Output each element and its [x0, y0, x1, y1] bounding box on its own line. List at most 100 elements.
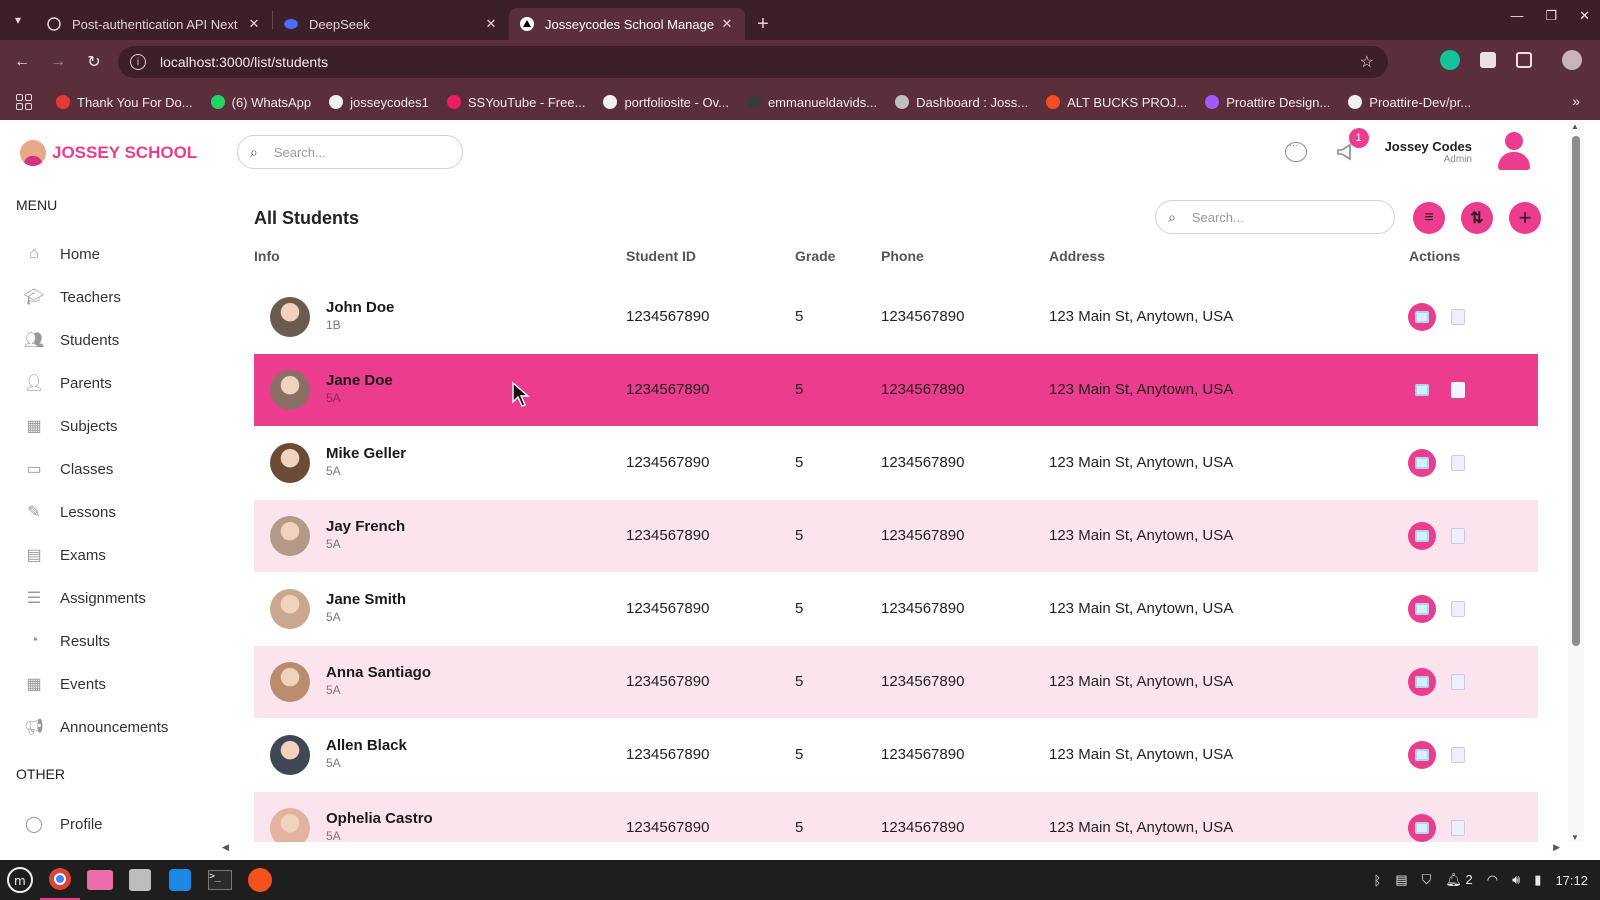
- clipboard-icon[interactable]: ▤: [1395, 872, 1407, 888]
- new-tab-button[interactable]: +: [745, 8, 781, 40]
- bookmark-star-icon[interactable]: ☆: [1360, 52, 1374, 72]
- tab-search-dropdown-icon[interactable]: ▾: [0, 0, 36, 40]
- delete-student-button[interactable]: [1446, 743, 1470, 767]
- chrome-taskbar-icon[interactable]: [40, 860, 80, 900]
- vertical-scrollbar[interactable]: ▲ ▼: [1568, 122, 1584, 842]
- sidebar-item-parents[interactable]: 👤︎ Parents: [24, 373, 112, 393]
- tab-close-icon[interactable]: ✕: [246, 16, 262, 32]
- maximize-icon[interactable]: ❐: [1545, 8, 1557, 24]
- minimize-icon[interactable]: —: [1510, 8, 1523, 24]
- top-search-input[interactable]: ⌕ Search...: [237, 135, 463, 169]
- view-student-button[interactable]: [1408, 449, 1436, 477]
- view-student-button[interactable]: [1408, 668, 1436, 696]
- vscode-taskbar-icon[interactable]: [160, 860, 200, 900]
- delete-student-button[interactable]: [1446, 597, 1470, 621]
- logo[interactable]: JOSSEY SCHOOL: [20, 140, 197, 166]
- address-bar[interactable]: i localhost:3000/list/students ☆: [118, 46, 1388, 78]
- volume-icon[interactable]: 🔊︎: [1512, 872, 1520, 888]
- bookmark-item[interactable]: ALT BUCKS PROJ...: [1046, 95, 1187, 110]
- bookmark-item[interactable]: josseycodes1: [329, 95, 429, 110]
- scrollbar-thumb[interactable]: [1572, 136, 1580, 646]
- terminal-taskbar-icon[interactable]: >_: [200, 860, 240, 900]
- delete-student-button[interactable]: [1446, 524, 1470, 548]
- pocket-icon[interactable]: [1480, 52, 1496, 68]
- inkscape-taskbar-icon[interactable]: [240, 860, 280, 900]
- delete-student-button[interactable]: [1446, 451, 1470, 475]
- notifications-icon[interactable]: 🔔︎ 2: [1445, 872, 1472, 888]
- mint-menu-icon[interactable]: m: [0, 860, 40, 900]
- table-row[interactable]: Allen Black 5A 1234567890 5 1234567890 123 Ma…: [254, 719, 1538, 791]
- table-row[interactable]: Ophelia Castro 5A 1234567890 5 1234567890 123…: [254, 792, 1538, 842]
- sidebar-item-exams[interactable]: ▤ Exams: [24, 545, 105, 565]
- sidebar-item-profile[interactable]: ◯ Profile: [24, 814, 102, 834]
- scroll-left-icon[interactable]: ◀: [222, 842, 229, 853]
- scroll-up-icon[interactable]: ▲: [1571, 122, 1579, 131]
- bookmark-item[interactable]: (6) WhatsApp: [210, 95, 311, 110]
- close-window-icon[interactable]: ✕: [1579, 8, 1590, 24]
- clock[interactable]: 17:12: [1555, 873, 1588, 888]
- list-search-input[interactable]: ⌕ Search...: [1155, 200, 1395, 234]
- bookmark-item[interactable]: Proattire-Dev/pr...: [1348, 95, 1471, 110]
- delete-student-button[interactable]: [1446, 816, 1470, 840]
- grammarly-icon[interactable]: [1440, 50, 1460, 70]
- bookmark-item[interactable]: SSYouTube - Free...: [446, 95, 585, 110]
- battery-icon[interactable]: ▮: [1534, 872, 1541, 888]
- sidebar-item-teachers[interactable]: 🎓︎ Teachers: [24, 287, 121, 307]
- sidebar-item-classes[interactable]: ▭ Classes: [24, 459, 113, 479]
- extensions-puzzle-icon[interactable]: [1516, 52, 1532, 68]
- view-student-button[interactable]: [1408, 741, 1436, 769]
- sidebar-item-students[interactable]: 👥︎ Students: [24, 330, 119, 350]
- sidebar-item-announcements[interactable]: 📢︎ Announcements: [24, 717, 169, 737]
- delete-student-button[interactable]: [1446, 305, 1470, 329]
- browser-tab[interactable]: Post-authentication API Next ✕: [36, 8, 272, 40]
- add-student-button[interactable]: +: [1509, 202, 1541, 234]
- sidebar-item-lessons[interactable]: ✎ Lessons: [24, 502, 116, 522]
- table-row[interactable]: Anna Santiago 5A 1234567890 5 1234567890 123 …: [254, 646, 1538, 718]
- tab-close-icon[interactable]: ✕: [719, 16, 735, 32]
- browser-tab[interactable]: Josseycodes School Manage ✕: [509, 8, 745, 40]
- delete-student-button[interactable]: [1446, 378, 1470, 402]
- browser-tab[interactable]: DeepSeek ✕: [273, 8, 509, 40]
- message-icon[interactable]: [1284, 140, 1307, 162]
- table-row[interactable]: Mike Geller 5A 1234567890 5 1234567890 123 Ma…: [254, 427, 1538, 499]
- table-row[interactable]: John Doe 1B 1234567890 5 1234567890 123 Main …: [254, 281, 1538, 353]
- user-avatar[interactable]: [1498, 132, 1530, 172]
- back-icon[interactable]: ←: [4, 44, 40, 80]
- announcement-bell-icon[interactable]: 1: [1335, 128, 1369, 163]
- reload-icon[interactable]: ↻: [76, 44, 112, 80]
- filter-button[interactable]: ≡: [1413, 202, 1445, 234]
- horizontal-scrollbar[interactable]: ◀ ▶: [222, 842, 1568, 854]
- profile-avatar-icon[interactable]: [1562, 50, 1582, 70]
- table-row[interactable]: Jane Smith 5A 1234567890 5 1234567890 123 Mai…: [254, 573, 1538, 645]
- bluetooth-icon[interactable]: ᛒ: [1374, 873, 1382, 888]
- table-row[interactable]: Jay French 5A 1234567890 5 1234567890 123 Mai…: [254, 500, 1538, 572]
- bookmark-item[interactable]: Thank You For Do...: [56, 95, 193, 110]
- sidebar-item-home[interactable]: ⌂ Home: [24, 244, 100, 264]
- view-student-button[interactable]: [1408, 814, 1436, 842]
- bookmark-item[interactable]: Dashboard : Joss...: [895, 95, 1028, 110]
- view-student-button[interactable]: [1408, 303, 1436, 331]
- sidebar-item-events[interactable]: ▦ Events: [24, 674, 105, 694]
- bookmark-item[interactable]: emmanueldavids...: [746, 95, 877, 110]
- files-taskbar-icon[interactable]: [80, 860, 120, 900]
- wifi-icon[interactable]: ◠: [1487, 872, 1498, 888]
- view-student-button[interactable]: [1408, 376, 1436, 404]
- forward-icon[interactable]: →: [40, 44, 76, 80]
- scroll-down-icon[interactable]: ▼: [1571, 833, 1579, 842]
- view-student-button[interactable]: [1408, 595, 1436, 623]
- sidebar-item-assignments[interactable]: ☰ Assignments: [24, 588, 146, 608]
- sidebar-item-subjects[interactable]: ▦ Subjects: [24, 416, 117, 436]
- shield-icon[interactable]: ⛉: [1422, 872, 1432, 888]
- view-student-button[interactable]: [1408, 522, 1436, 550]
- tab-close-icon[interactable]: ✕: [483, 16, 499, 32]
- delete-student-button[interactable]: [1446, 670, 1470, 694]
- apps-grid-icon[interactable]: [16, 94, 32, 110]
- site-info-icon[interactable]: i: [130, 54, 146, 70]
- sidebar-item-results[interactable]: ◔ Results: [24, 631, 110, 651]
- scroll-right-icon[interactable]: ▶: [1553, 842, 1560, 853]
- more-bookmarks-icon[interactable]: »: [1572, 93, 1580, 109]
- bookmark-item[interactable]: Proattire Design...: [1205, 95, 1330, 110]
- bookmark-item[interactable]: portfoliosite - Ov...: [603, 95, 729, 110]
- sort-button[interactable]: ⇅: [1461, 202, 1493, 234]
- apps-taskbar-icon[interactable]: [120, 860, 160, 900]
